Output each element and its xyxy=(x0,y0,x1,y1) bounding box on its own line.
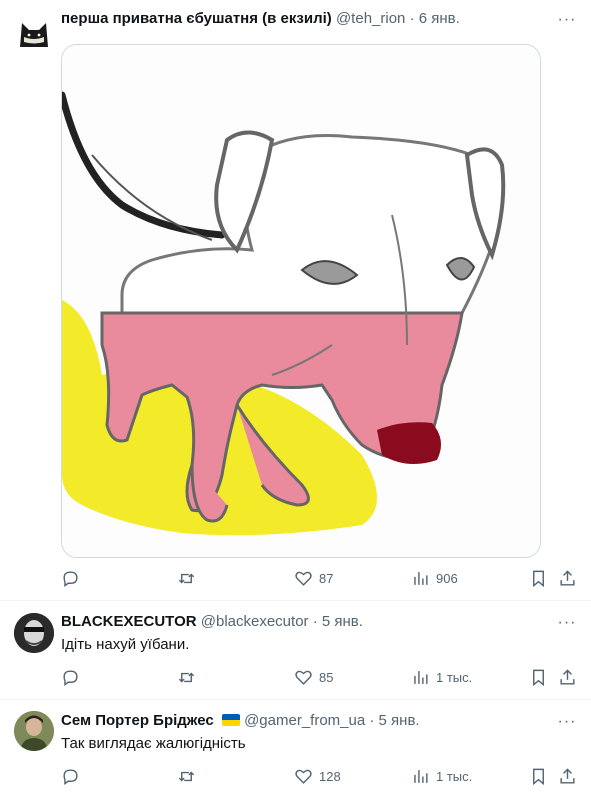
author-handle[interactable]: @blackexecutor xyxy=(201,613,309,630)
timestamp[interactable]: 5 янв. xyxy=(379,712,420,729)
views-chart-icon xyxy=(414,670,428,684)
tweet-text: Так виглядає жалюгідність xyxy=(61,735,246,752)
separator-dot: · xyxy=(369,712,375,729)
avatar[interactable] xyxy=(14,13,54,53)
retweet-icon xyxy=(178,672,195,682)
views-count: 1 тыс. xyxy=(436,669,473,685)
more-options-icon[interactable]: ··· xyxy=(557,615,577,637)
reply-icon xyxy=(63,768,78,785)
like-button[interactable]: 87 xyxy=(294,566,333,590)
action-bar: 128 1 тыс. xyxy=(61,764,577,788)
avatar[interactable] xyxy=(14,613,54,653)
timestamp[interactable]: 6 янв. xyxy=(419,10,460,27)
like-count: 128 xyxy=(319,768,341,784)
avatar[interactable] xyxy=(14,711,54,751)
views-count: 906 xyxy=(436,570,458,586)
views-button[interactable]: 906 xyxy=(411,566,458,590)
views-button[interactable]: 1 тыс. xyxy=(411,764,472,788)
tweet-2[interactable]: BLACKEXECUTOR @blackexecutor · 5 янв. ··… xyxy=(0,601,591,699)
more-options-icon[interactable]: ··· xyxy=(557,12,577,34)
timestamp[interactable]: 5 янв. xyxy=(322,613,363,630)
retweet-button[interactable] xyxy=(177,566,202,590)
tweet-header: Сем Портер Бріджес @gamer_from_ua · 5 ян… xyxy=(61,711,541,731)
share-icon xyxy=(560,569,575,586)
like-button[interactable]: 85 xyxy=(294,665,333,689)
author-handle[interactable]: @gamer_from_ua xyxy=(244,712,365,729)
action-bar: 87 906 xyxy=(61,566,577,590)
like-count: 87 xyxy=(319,570,334,586)
views-chart-icon xyxy=(414,571,428,585)
black-cat-avatar-icon xyxy=(20,23,48,47)
separator-dot: · xyxy=(312,613,318,630)
retweet-icon xyxy=(178,771,195,781)
retweet-button[interactable] xyxy=(177,764,202,788)
bookmark-button[interactable] xyxy=(529,566,548,590)
heart-icon xyxy=(295,769,312,784)
share-icon xyxy=(560,767,575,784)
share-icon xyxy=(560,668,575,685)
tweet-header: перша приватна єбушатня (в екзилі) @teh_… xyxy=(61,9,541,29)
ukraine-flag-icon xyxy=(221,714,240,726)
tweet-text: Ідіть нахуй уїбани. xyxy=(61,636,190,653)
retweet-button[interactable] xyxy=(177,665,202,689)
retweet-icon xyxy=(178,573,195,583)
tweet-3[interactable]: Сем Портер Бріджес @gamer_from_ua · 5 ян… xyxy=(0,700,591,797)
bookmark-button[interactable] xyxy=(529,665,548,689)
reply-button[interactable] xyxy=(61,665,86,689)
face-photo-avatar-icon xyxy=(14,613,54,653)
separator-dot: · xyxy=(409,10,415,27)
action-bar: 85 1 тыс. xyxy=(61,665,577,689)
views-chart-icon xyxy=(414,769,428,783)
reply-button[interactable] xyxy=(61,566,86,590)
tweet-header: BLACKEXECUTOR @blackexecutor · 5 янв. xyxy=(61,612,541,632)
bookmark-button[interactable] xyxy=(529,764,548,788)
share-button[interactable] xyxy=(558,566,577,590)
bookmark-icon xyxy=(533,768,544,785)
author-name[interactable]: перша приватна єбушатня (в екзилі) xyxy=(61,10,332,27)
author-name[interactable]: BLACKEXECUTOR xyxy=(61,613,197,630)
reply-icon xyxy=(63,669,78,686)
share-button[interactable] xyxy=(558,665,577,689)
heart-icon xyxy=(295,670,312,685)
tweet-1[interactable]: перша приватна єбушатня (в екзилі) @teh_… xyxy=(0,0,591,600)
person-photo-avatar-icon xyxy=(14,711,54,751)
like-count: 85 xyxy=(319,669,334,685)
bookmark-icon xyxy=(533,570,544,587)
reply-button[interactable] xyxy=(61,764,86,788)
author-name[interactable]: Сем Портер Бріджес xyxy=(61,712,214,729)
views-count: 1 тыс. xyxy=(436,768,473,784)
reply-icon xyxy=(63,570,78,587)
tweet-image[interactable] xyxy=(61,44,541,558)
heart-icon xyxy=(295,571,312,586)
author-handle[interactable]: @teh_rion xyxy=(336,10,405,27)
views-button[interactable]: 1 тыс. xyxy=(411,665,472,689)
dog-drawing-image xyxy=(62,45,540,557)
share-button[interactable] xyxy=(558,764,577,788)
like-button[interactable]: 128 xyxy=(294,764,341,788)
bookmark-icon xyxy=(533,669,544,686)
more-options-icon[interactable]: ··· xyxy=(557,714,577,736)
